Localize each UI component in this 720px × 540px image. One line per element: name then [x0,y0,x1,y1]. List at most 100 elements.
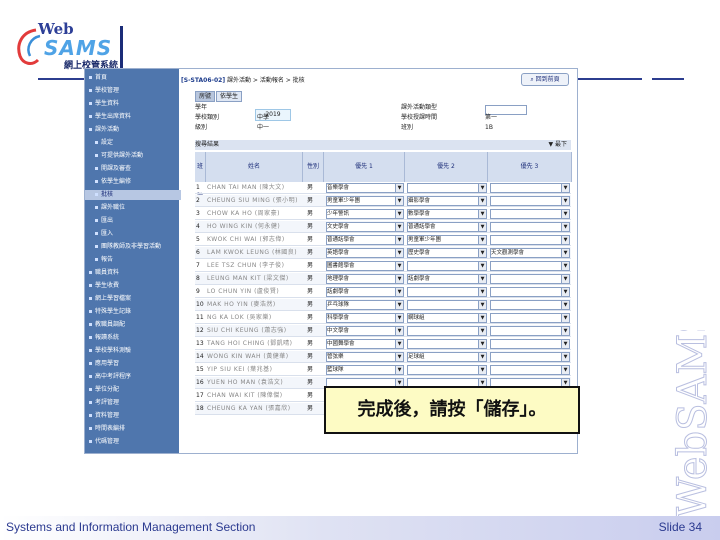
chevron-down-icon: ▼ [478,366,486,374]
priority-3-select[interactable]: ▼ [490,287,570,297]
priority-1-select[interactable]: 圖書館學會 ▼ [326,261,404,271]
cell-class-number: 8 [196,275,200,282]
priority-3-select[interactable]: ▼ [490,326,570,336]
sidebar-item[interactable]: 學生資料 [85,99,179,109]
chevron-down-icon: ▼ [561,275,569,283]
table-row: 14 WONG KIN WAH (黃健華) 男 管弦樂 ▼ 足球組 ▼ ▼ [195,351,571,363]
priority-1-select[interactable]: 音樂學會 ▼ [326,183,404,193]
col-priority-1[interactable]: 優先 1 [324,152,405,182]
sidebar-item[interactable]: 開課及審查 [85,164,185,174]
priority-1-select[interactable]: 少年警訊 ▼ [326,209,404,219]
sidebar-item-label: 團隊教師及非學習活動 [101,243,162,250]
sidebar-item[interactable]: 課外職位 [85,203,185,213]
priority-2-select[interactable]: ▼ [407,365,487,375]
priority-3-select[interactable]: ▼ [490,235,570,245]
priority-2-select[interactable]: ▼ [407,261,487,271]
sidebar-item[interactable]: 匯入 [85,229,185,239]
tab-room[interactable]: 房號 [195,91,216,102]
sidebar-item[interactable]: 學生出席資料 [85,112,179,122]
priority-2-select[interactable]: 攝影學會 ▼ [407,196,487,206]
priority-2-select[interactable]: 話劇學會 ▼ [407,274,487,284]
sort-toggle[interactable]: ▼ 最下 [548,140,567,150]
priority-3-select[interactable]: ▼ [490,196,570,206]
priority-2-select[interactable]: 網球組 ▼ [407,313,487,323]
priority-1-select[interactable]: 籃球隊 ▼ [326,365,404,375]
sidebar-item[interactable]: 學位分配 [85,385,179,395]
sidebar-item[interactable]: 教職員調配 [85,320,179,330]
priority-1-select[interactable]: 中國舞學會 ▼ [326,339,404,349]
priority-3-select[interactable]: ▼ [490,365,570,375]
col-class-number[interactable]: 班號 [195,152,206,200]
sidebar-item[interactable]: 學生收費 [85,281,179,291]
select-value: 音樂學會 [327,185,350,191]
col-sex[interactable]: 性別 [303,152,324,182]
sidebar-item[interactable]: 資料管理 [85,411,179,421]
priority-1-select[interactable]: 話劇學會 ▼ [326,287,404,297]
priority-2-select[interactable]: 歷史學會 ▼ [407,248,487,258]
priority-2-select[interactable]: ▼ [407,339,487,349]
level-label: 級別 [195,124,208,131]
priority-3-select[interactable]: ▼ [490,261,570,271]
chevron-down-icon: ▼ [395,366,403,374]
priority-1-select[interactable]: 乒乓球隊 ▼ [326,300,404,310]
priority-3-select[interactable]: ▼ [490,222,570,232]
priority-2-select[interactable]: ▼ [407,183,487,193]
chevron-down-icon: ▼ [395,184,403,192]
cell-sex: 男 [307,301,314,308]
priority-3-select[interactable]: 天文觀測學會 ▼ [490,248,570,258]
sidebar-item[interactable]: 高中考評程序 [85,372,179,382]
sidebar-item[interactable]: 課外活動 [85,125,179,135]
col-name[interactable]: 姓名 [206,152,303,182]
priority-2-select[interactable]: ▼ [407,326,487,336]
tab-by-student[interactable]: 依學生 [216,91,243,102]
priority-3-select[interactable]: ▼ [490,352,570,362]
priority-2-select[interactable]: 普通話學會 ▼ [407,222,487,232]
priority-1-select[interactable]: 男童軍少年團 ▼ [326,196,404,206]
priority-2-select[interactable]: ▼ [407,300,487,310]
priority-3-select[interactable]: ▼ [490,300,570,310]
col-priority-2[interactable]: 優先 2 [405,152,488,182]
priority-2-select[interactable]: 足球組 ▼ [407,352,487,362]
select-value: 攝影學會 [408,198,431,204]
sidebar-item[interactable]: 考評管理 [85,398,179,408]
priority-2-select[interactable]: 數學學會 ▼ [407,209,487,219]
priority-1-select[interactable]: 科學學會 ▼ [326,313,404,323]
priority-1-select[interactable]: 普通話學會 ▼ [326,235,404,245]
sidebar-item[interactable]: 報告 [85,255,185,265]
sidebar-item[interactable]: 批核 [85,190,185,200]
sidebar-item[interactable]: 匯出 [85,216,185,226]
sidebar-item[interactable]: 網上學習檔案 [85,294,179,304]
priority-1-select[interactable]: 管弦樂 ▼ [326,352,404,362]
sidebar-item[interactable]: 設定 [85,138,185,148]
sidebar-item[interactable]: 代碼管理 [85,437,179,447]
select-value: 英語學會 [327,250,350,256]
sidebar-item[interactable]: 團隊教師及非學習活動 [85,242,185,252]
priority-2-select[interactable]: ▼ [407,287,487,297]
back-button[interactable]: ⌕ 回到前頁 [521,73,569,86]
sidebar-item[interactable]: 學校學科測驗 [85,346,179,356]
priority-1-select[interactable]: 地理學會 ▼ [326,274,404,284]
priority-3-select[interactable]: ▼ [490,183,570,193]
sidebar-item[interactable]: 報讀系統 [85,333,179,343]
sidebar-item[interactable]: 特殊學生記錄 [85,307,179,317]
select-value: 少年警訊 [327,211,350,217]
priority-3-select[interactable]: ▼ [490,274,570,284]
col-priority-3[interactable]: 優先 3 [488,152,572,182]
sidebar-item[interactable]: 可提供課外活動 [85,151,185,161]
sidebar-item[interactable]: 首頁 [85,73,179,83]
priority-1-select[interactable]: 中文學會 ▼ [326,326,404,336]
sidebar-item[interactable]: 職員資料 [85,268,179,278]
sidebar-item[interactable]: 學校管理 [85,86,179,96]
priority-1-select[interactable]: 文史學會 ▼ [326,222,404,232]
sidebar-item[interactable]: 依學生編修 [85,177,185,187]
sidebar-item[interactable]: 應用學習 [85,359,179,369]
slide-number: Slide 34 [658,520,702,534]
priority-2-select[interactable]: 男童軍少年團 ▼ [407,235,487,245]
priority-3-select[interactable]: ▼ [490,313,570,323]
sidebar-item[interactable]: 時間表編排 [85,424,179,434]
cell-class-number: 16 [196,379,204,386]
priority-1-select[interactable]: 英語學會 ▼ [326,248,404,258]
table-row: 3 CHOW KA HO (周家豪) 男 少年警訊 ▼ 數學學會 ▼ ▼ [195,208,571,220]
priority-3-select[interactable]: ▼ [490,339,570,349]
priority-3-select[interactable]: ▼ [490,209,570,219]
